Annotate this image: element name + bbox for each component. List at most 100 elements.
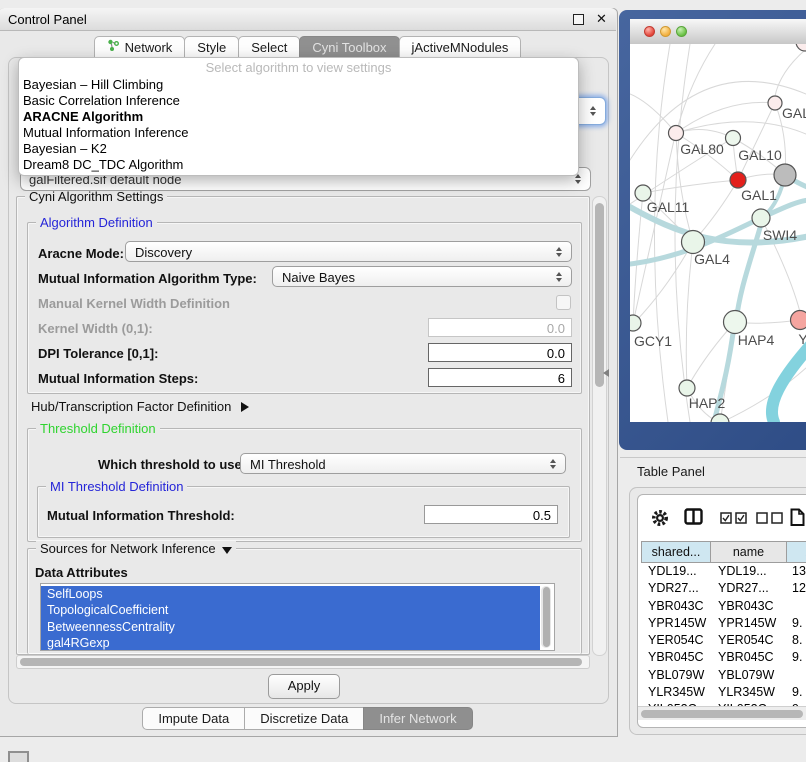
float-window-icon[interactable]: [573, 14, 584, 25]
cell: YPR145W: [641, 615, 711, 632]
settings-horizontal-scrollbar[interactable]: [16, 655, 590, 669]
table-row[interactable]: YDL19...YDL19...13: [641, 563, 806, 580]
table-row[interactable]: YBL079WYBL079W: [641, 667, 806, 684]
scrollbar-thumb[interactable]: [543, 587, 550, 647]
sources-group-title[interactable]: Sources for Network Inference: [36, 541, 236, 556]
tab-select[interactable]: Select: [238, 36, 300, 59]
network-node[interactable]: [669, 126, 684, 141]
cell: YBR045C: [711, 649, 788, 666]
cell: YDR27...: [711, 580, 788, 597]
tab-infer-network[interactable]: Infer Network: [363, 707, 472, 730]
bottom-tabbar: Impute Data Discretize Data Infer Networ…: [0, 707, 616, 730]
close-icon[interactable]: ✕: [596, 11, 607, 27]
column-header[interactable]: name: [710, 541, 787, 563]
tab-jactivemnodules[interactable]: jActiveMNodules: [399, 36, 522, 59]
network-node[interactable]: [630, 315, 641, 331]
data-attributes-label: Data Attributes: [35, 565, 128, 580]
network-node-label: HAP2: [689, 395, 726, 411]
split-pane-collapse-icon[interactable]: [603, 369, 609, 377]
tab-style[interactable]: Style: [184, 36, 239, 59]
algorithm-option[interactable]: Bayesian – K2: [19, 141, 578, 157]
cell: [788, 598, 806, 615]
tab-label: Impute Data: [158, 711, 229, 726]
network-window-titlebar[interactable]: [630, 19, 806, 45]
apply-button[interactable]: Apply: [268, 674, 340, 699]
stepper-icon: [550, 459, 556, 469]
which-threshold-label: Which threshold to use:: [98, 457, 246, 472]
mi-steps-field[interactable]: 6: [428, 368, 572, 387]
network-edge: [686, 242, 693, 388]
list-scrollbar[interactable]: [541, 586, 551, 648]
zoom-traffic-light-icon[interactable]: [676, 26, 687, 37]
network-node[interactable]: [724, 311, 747, 334]
table-horizontal-scrollbar[interactable]: [638, 706, 806, 720]
table-row[interactable]: YER054CYER054C8.: [641, 632, 806, 649]
network-node[interactable]: [796, 44, 806, 51]
algorithm-option[interactable]: Bayesian – Hill Climbing: [19, 77, 578, 93]
network-node[interactable]: [679, 380, 695, 396]
column-header[interactable]: A: [786, 541, 806, 563]
hub-section-label: Hub/Transcription Factor Definition: [31, 399, 231, 414]
control-panel-titlebar[interactable]: [0, 8, 616, 31]
network-node-label: GAL4: [694, 251, 730, 267]
columns-icon[interactable]: [684, 508, 704, 529]
network-canvas[interactable]: GALGAL80GAL10GAL1GAL11SWI4GAL4GCY1HAP4YH…: [630, 44, 806, 422]
scrollbar-thumb[interactable]: [20, 658, 582, 666]
table-row[interactable]: YBR045CYBR045C9.: [641, 649, 806, 666]
manual-kernel-checkbox[interactable]: [556, 295, 571, 310]
which-threshold-combo[interactable]: MI Threshold: [240, 453, 566, 474]
mi-type-combo[interactable]: Naive Bayes: [272, 266, 572, 287]
scrollbar-thumb[interactable]: [595, 203, 604, 387]
tab-label: Select: [251, 37, 287, 58]
cell: [788, 667, 806, 684]
table-row[interactable]: YDR27...YDR27...12: [641, 580, 806, 597]
hub-section-toggle[interactable]: Hub/Transcription Factor Definition: [31, 399, 249, 414]
network-node-label: GAL: [782, 105, 806, 121]
list-item[interactable]: SelfLoops: [41, 586, 540, 602]
list-item[interactable]: TopologicalCoefficient: [41, 602, 540, 618]
cell: YBL079W: [711, 667, 788, 684]
column-header[interactable]: shared...: [641, 541, 711, 563]
tab-discretize-data[interactable]: Discretize Data: [244, 707, 364, 730]
settings-vertical-scrollbar[interactable]: [592, 196, 607, 656]
aracne-mode-combo[interactable]: Discovery: [125, 241, 572, 262]
gear-icon[interactable]: [650, 508, 670, 531]
mi-threshold-field[interactable]: 0.5: [424, 505, 558, 524]
network-node[interactable]: [791, 311, 806, 330]
network-node[interactable]: [768, 96, 782, 110]
kernel-width-field[interactable]: 0.0: [428, 318, 572, 337]
algorithm-option[interactable]: Dream8 DC_TDC Algorithm: [19, 157, 578, 173]
algorithm-option-selected[interactable]: ARACNE Algorithm: [19, 109, 578, 125]
data-attributes-list[interactable]: SelfLoops TopologicalCoefficient Between…: [40, 583, 555, 651]
cell: 9.: [788, 684, 806, 701]
dpi-tolerance-field[interactable]: 0.0: [428, 343, 572, 362]
algorithm-option[interactable]: Mutual Information Inference: [19, 125, 578, 141]
cell: YDL19...: [711, 563, 788, 580]
list-item[interactable]: BetweennessCentrality: [41, 619, 540, 635]
select-all-icon[interactable]: [720, 512, 748, 527]
deselect-all-icon[interactable]: [756, 512, 784, 527]
table-body: YDL19...YDL19...13 YDR27...YDR27...12 YB…: [641, 563, 806, 706]
minimize-traffic-light-icon[interactable]: [660, 26, 671, 37]
network-node[interactable]: [726, 131, 741, 146]
network-node[interactable]: [730, 172, 746, 188]
close-traffic-light-icon[interactable]: [644, 26, 655, 37]
cell: YDL19...: [641, 563, 711, 580]
new-table-icon[interactable]: [790, 508, 806, 530]
list-item[interactable]: gal4RGexp: [41, 635, 540, 651]
tab-cyni-toolbox[interactable]: Cyni Toolbox: [299, 36, 399, 59]
table-row[interactable]: YBR043CYBR043C: [641, 598, 806, 615]
network-graph: GALGAL80GAL10GAL1GAL11SWI4GAL4GCY1HAP4YH…: [630, 44, 806, 422]
tab-network[interactable]: Network: [94, 36, 186, 59]
network-node[interactable]: [774, 164, 796, 186]
tab-impute-data[interactable]: Impute Data: [142, 707, 245, 730]
minimized-panel-icon[interactable]: [8, 751, 29, 762]
algorithm-option[interactable]: Basic Correlation Inference: [19, 93, 578, 109]
network-tab-icon: [107, 37, 120, 58]
cell: YLR345W: [641, 684, 711, 701]
table-row[interactable]: YPR145WYPR145W9.: [641, 615, 806, 632]
table-row[interactable]: YLR345WYLR345W9.: [641, 684, 806, 701]
network-node[interactable]: [752, 209, 770, 227]
manual-kernel-label: Manual Kernel Width Definition: [38, 296, 230, 311]
scrollbar-thumb[interactable]: [641, 710, 803, 718]
